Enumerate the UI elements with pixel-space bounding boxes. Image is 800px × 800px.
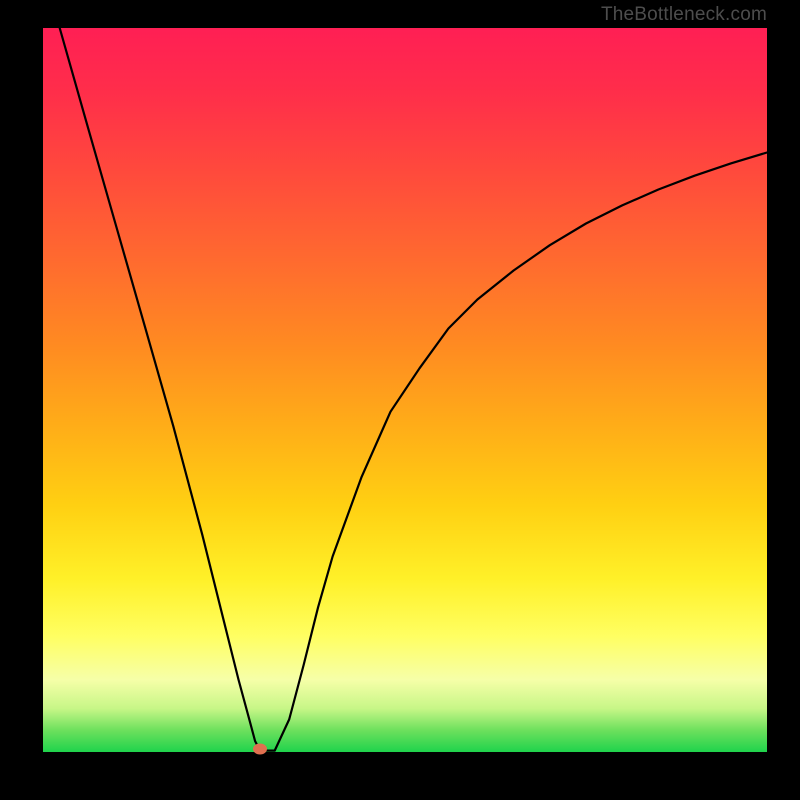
chart-frame: TheBottleneck.com bbox=[0, 0, 800, 800]
bottleneck-curve bbox=[60, 28, 767, 751]
chart-svg bbox=[43, 28, 767, 752]
watermark-text: TheBottleneck.com bbox=[601, 4, 767, 26]
optimum-marker bbox=[253, 744, 267, 755]
plot-area bbox=[43, 28, 767, 752]
